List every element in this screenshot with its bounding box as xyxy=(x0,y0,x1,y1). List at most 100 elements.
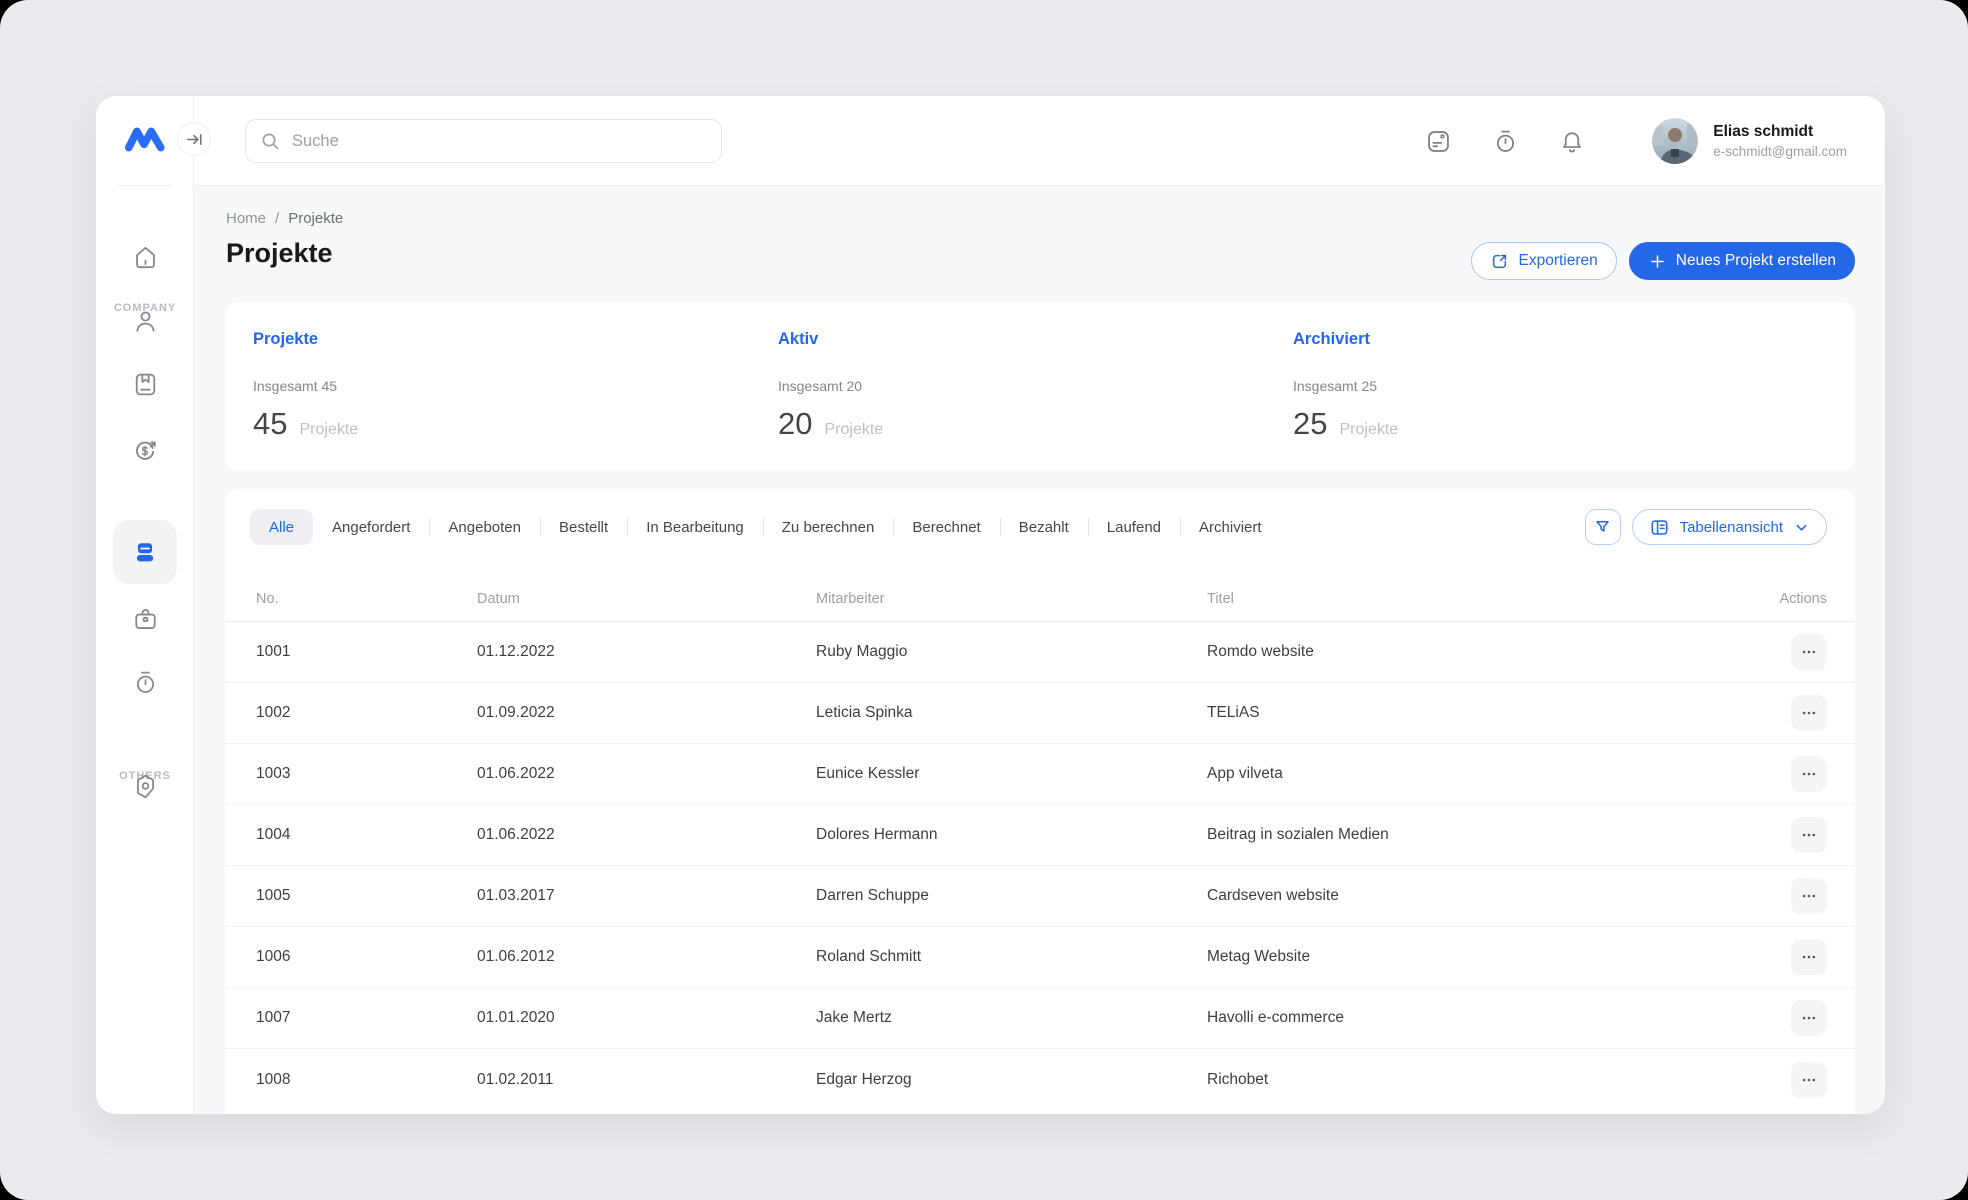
sidebar-item-finance[interactable] xyxy=(96,436,194,464)
cell-no: 1006 xyxy=(256,948,477,966)
table-row[interactable]: 1007 01.01.2020 Jake Mertz Havolli e-com… xyxy=(225,988,1855,1049)
screen-background: COMPANY xyxy=(0,0,1968,1200)
sidebar-item-settings[interactable] xyxy=(96,773,194,800)
stat-title[interactable]: Archiviert xyxy=(1293,330,1370,349)
stat-title[interactable]: Aktiv xyxy=(778,330,818,349)
cell-no: 1002 xyxy=(256,704,477,722)
column-header-titel: Titel xyxy=(1207,591,1747,607)
cell-no: 1001 xyxy=(256,643,477,661)
row-actions-button[interactable] xyxy=(1791,756,1827,792)
cell-datum: 01.12.2022 xyxy=(477,643,816,661)
collapse-right-icon xyxy=(185,130,204,149)
cell-mitarbeiter: Ruby Maggio xyxy=(816,643,1207,661)
search-icon xyxy=(260,131,281,152)
sidebar-collapse-button[interactable] xyxy=(177,122,211,156)
user-email: e-schmidt@gmail.com xyxy=(1713,144,1847,159)
cell-no: 1005 xyxy=(256,887,477,905)
user-menu[interactable]: Elias schmidt e-schmidt@gmail.com xyxy=(1652,96,1847,186)
home-icon xyxy=(132,244,159,271)
stat-value: 20 xyxy=(778,406,812,442)
table-row[interactable]: 1004 01.06.2022 Dolores Hermann Beitrag … xyxy=(225,805,1855,866)
cell-mitarbeiter: Darren Schuppe xyxy=(816,887,1207,905)
filter-tab-bestellt[interactable]: Bestellt xyxy=(540,509,627,545)
table-view-button[interactable]: Tabellenansicht xyxy=(1632,509,1827,545)
column-header-mitarbeiter: Mitarbeiter xyxy=(816,591,1207,607)
sidebar-item-users[interactable] xyxy=(96,308,194,335)
column-header-actions: Actions xyxy=(1747,591,1827,607)
stat-value: 25 xyxy=(1293,406,1327,442)
page-title: Projekte xyxy=(226,238,333,269)
cell-titel: TELiAS xyxy=(1207,704,1747,722)
export-icon xyxy=(1490,252,1509,271)
stat-unit: Projekte xyxy=(824,421,883,439)
bell-icon[interactable] xyxy=(1559,128,1585,154)
projects-table-card: AlleAngefordertAngebotenBestelltIn Bearb… xyxy=(225,489,1855,1114)
table-row[interactable]: 1003 01.06.2022 Eunice Kessler App vilve… xyxy=(225,744,1855,805)
page-actions: Exportieren Neues Projekt erstellen xyxy=(1471,242,1855,280)
table-row[interactable]: 1005 01.03.2017 Darren Schuppe Cardseven… xyxy=(225,866,1855,927)
search-input[interactable] xyxy=(292,132,707,151)
filter-tab-alle[interactable]: Alle xyxy=(250,509,313,545)
ellipsis-icon xyxy=(1800,1009,1818,1027)
top-header: Elias schmidt e-schmidt@gmail.com xyxy=(194,96,1885,186)
stat-value: 45 xyxy=(253,406,287,442)
cell-no: 1008 xyxy=(256,1071,477,1089)
table-row[interactable]: 1001 01.12.2022 Ruby Maggio Romdo websit… xyxy=(225,622,1855,683)
filter-tab-bezahlt[interactable]: Bezahlt xyxy=(1000,509,1088,545)
cell-datum: 01.09.2022 xyxy=(477,704,816,722)
stat-unit: Projekte xyxy=(1339,421,1398,439)
row-actions-button[interactable] xyxy=(1791,939,1827,975)
user-name: Elias schmidt xyxy=(1713,123,1847,141)
filter-tab-zu-berechnen[interactable]: Zu berechnen xyxy=(763,509,894,545)
row-actions-button[interactable] xyxy=(1791,634,1827,670)
table-view-label: Tabellenansicht xyxy=(1680,519,1783,536)
filter-tab-laufend[interactable]: Laufend xyxy=(1088,509,1180,545)
export-button[interactable]: Exportieren xyxy=(1471,242,1616,280)
filter-tab-angefordert[interactable]: Angefordert xyxy=(313,509,429,545)
breadcrumb: Home / Projekte xyxy=(226,210,343,227)
table-row[interactable]: 1002 01.09.2022 Leticia Spinka TELiAS xyxy=(225,683,1855,744)
filter-tab-berechnet[interactable]: Berechnet xyxy=(893,509,999,545)
breadcrumb-home[interactable]: Home xyxy=(226,210,266,227)
sidebar-item-time-tracking[interactable] xyxy=(96,669,194,696)
wave-m-logo-icon xyxy=(124,124,166,154)
sidebar-item-workspace[interactable] xyxy=(96,606,194,633)
stopwatch-icon[interactable] xyxy=(1492,128,1519,155)
stat-subtitle: Insgesamt 25 xyxy=(1293,378,1377,394)
sidebar-divider xyxy=(118,185,172,186)
ellipsis-icon xyxy=(1800,826,1818,844)
cell-titel: App vilveta xyxy=(1207,765,1747,783)
breadcrumb-current: Projekte xyxy=(288,210,343,227)
view-controls: Tabellenansicht xyxy=(1585,509,1827,545)
row-actions-button[interactable] xyxy=(1791,695,1827,731)
search-box[interactable] xyxy=(245,119,722,163)
filter-tab-in-bearbeitung[interactable]: In Bearbeitung xyxy=(627,509,763,545)
notes-icon[interactable] xyxy=(1425,128,1452,155)
filter-tab-archiviert[interactable]: Archiviert xyxy=(1180,509,1281,545)
cell-titel: Romdo website xyxy=(1207,643,1747,661)
sidebar-item-projects-active[interactable] xyxy=(113,520,177,584)
ellipsis-icon xyxy=(1800,1071,1818,1089)
new-project-button[interactable]: Neues Projekt erstellen xyxy=(1629,242,1855,280)
briefcase-icon xyxy=(132,606,159,633)
cell-no: 1004 xyxy=(256,826,477,844)
table-body: 1001 01.12.2022 Ruby Maggio Romdo websit… xyxy=(225,622,1855,1110)
avatar xyxy=(1652,118,1698,164)
row-actions-button[interactable] xyxy=(1791,1000,1827,1036)
row-actions-button[interactable] xyxy=(1791,1062,1827,1098)
table-row[interactable]: 1008 01.02.2011 Edgar Herzog Richobet xyxy=(225,1049,1855,1110)
filter-button[interactable] xyxy=(1585,509,1621,545)
cell-no: 1003 xyxy=(256,765,477,783)
sidebar-item-home[interactable] xyxy=(96,244,194,271)
stat-title[interactable]: Projekte xyxy=(253,330,318,349)
column-header-datum: Datum xyxy=(477,591,816,607)
filter-tab-angeboten[interactable]: Angeboten xyxy=(429,509,540,545)
cell-titel: Cardseven website xyxy=(1207,887,1747,905)
stat-subtitle: Insgesamt 20 xyxy=(778,378,862,394)
row-actions-button[interactable] xyxy=(1791,817,1827,853)
cell-mitarbeiter: Dolores Hermann xyxy=(816,826,1207,844)
table-row[interactable]: 1006 01.06.2012 Roland Schmitt Metag Web… xyxy=(225,927,1855,988)
sidebar-item-documents[interactable] xyxy=(96,371,194,398)
row-actions-button[interactable] xyxy=(1791,878,1827,914)
filter-funnel-icon xyxy=(1593,518,1612,537)
